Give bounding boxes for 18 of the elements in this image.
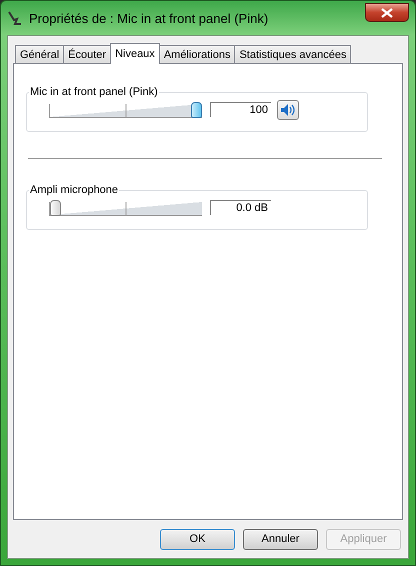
window-title: Propriétés de : Mic in at front panel (Pink) xyxy=(29,10,268,26)
dialog-button[interactable]: OK xyxy=(160,528,235,550)
level-value-field[interactable]: 100 xyxy=(210,102,271,117)
dialog-button[interactable]: Annuler xyxy=(243,528,318,550)
group-label: Mic in at front panel (Pink) xyxy=(29,86,159,98)
close-button[interactable] xyxy=(365,3,409,22)
tab[interactable]: Améliorations xyxy=(158,45,236,63)
mute-button[interactable] xyxy=(277,100,299,120)
close-icon xyxy=(381,8,393,18)
tab[interactable]: Général xyxy=(15,45,64,63)
speaker-icon xyxy=(281,104,295,116)
slider-thumb[interactable] xyxy=(50,200,61,216)
tab[interactable]: Niveaux xyxy=(110,43,160,64)
slider-thumb[interactable] xyxy=(191,102,202,118)
tab[interactable]: Écouter xyxy=(63,45,112,63)
group-label: Ampli microphone xyxy=(29,184,120,196)
tab[interactable]: Statistiques avancées xyxy=(234,45,352,63)
level-value-field[interactable]: 0.0 dB xyxy=(210,200,271,215)
